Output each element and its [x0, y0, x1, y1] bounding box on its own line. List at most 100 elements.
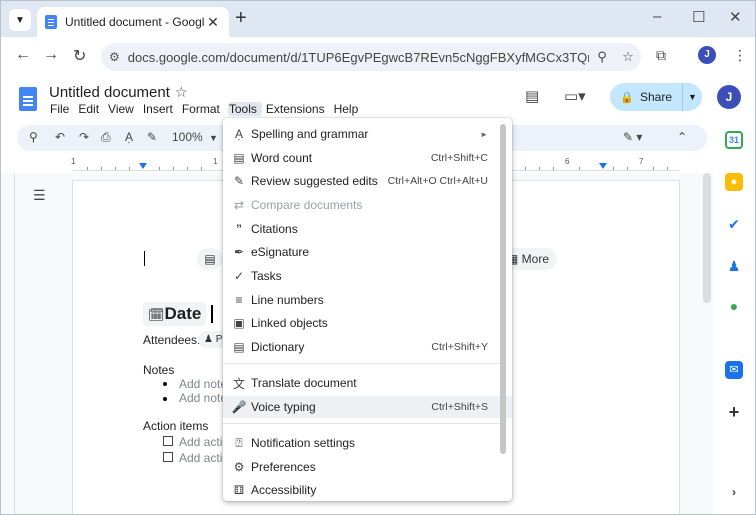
browser-profile-avatar[interactable]: J [698, 46, 716, 64]
compare-icon: ⇄ [233, 198, 245, 212]
document-outline-icon[interactable]: ☰ [33, 187, 46, 204]
menu-edit[interactable]: Edit [77, 102, 104, 116]
star-document-icon[interactable]: ☆ [175, 84, 188, 101]
tab-active[interactable]: Untitled document - Google Docs ✕ [37, 7, 229, 37]
minimize-icon[interactable]: – [653, 8, 661, 25]
redo-icon[interactable]: ↷ [79, 130, 89, 144]
action-items-heading: Action items [143, 419, 209, 433]
print-icon[interactable]: ⎙ [101, 130, 111, 145]
citations-icon: ” [236, 222, 242, 236]
accessibility-icon: ⚅ [233, 483, 245, 497]
bullet [163, 397, 167, 401]
menu-extensions[interactable]: Extensions [265, 102, 330, 116]
tasks-app-icon[interactable]: ✔ [725, 215, 743, 233]
side-panel: 31 ● ✔ ♟ ● ✉ + › [713, 119, 755, 514]
spellcheck-toolbar-icon[interactable]: Ạ [125, 130, 133, 144]
menu-file[interactable]: File [49, 102, 74, 116]
address-bar-row: ← → ↻ ⚙ docs.google.com/document/d/1TUP6… [1, 37, 755, 75]
editing-mode-icon[interactable]: ✎ ▾ [623, 130, 642, 144]
new-tab-button[interactable]: + [235, 7, 247, 30]
menu-item-citations[interactable]: ” Citations [223, 218, 512, 240]
menu-item-line-numbers[interactable]: ≡ Line numbers [223, 289, 512, 311]
word-count-icon: ▤ [233, 151, 245, 165]
calendar-app-icon[interactable]: 31 [725, 131, 743, 149]
hide-menus-icon[interactable]: ⌃ [677, 130, 687, 144]
site-info-icon[interactable]: ⚙ [109, 50, 120, 64]
browser-menu-icon[interactable]: ⋮ [733, 47, 747, 64]
menu-item-word-count[interactable]: ▤ Word count Ctrl+Shift+C [223, 147, 512, 169]
menu-help[interactable]: Help [333, 102, 364, 116]
menu-item-translate[interactable]: 文 Translate document [223, 372, 512, 394]
text-cursor [144, 251, 145, 266]
menu-item-accessibility[interactable]: ⚅ Accessibility [223, 479, 512, 501]
undo-icon[interactable]: ↶ [55, 130, 65, 144]
menu-insert[interactable]: Insert [142, 102, 178, 116]
reload-icon[interactable]: ↻ [73, 46, 86, 66]
tasks-icon: ✓ [233, 269, 245, 283]
keep-icon[interactable]: ● [725, 173, 743, 191]
action-checkbox[interactable] [163, 452, 173, 462]
template-chip-icon[interactable]: ▤ [197, 248, 223, 270]
back-icon[interactable]: ← [15, 46, 31, 64]
menu-item-tasks[interactable]: ✓ Tasks [223, 265, 512, 287]
menu-item-esignature[interactable]: ✒ eSignature [223, 241, 512, 263]
share-dropdown-icon[interactable]: ▼ [682, 83, 702, 111]
menu-item-voice-typing[interactable]: 🎤 Voice typing Ctrl+Shift+S [223, 396, 512, 418]
bookmark-star-icon[interactable]: ☆ [615, 49, 641, 65]
tab-search-button[interactable]: ▼ [9, 9, 31, 31]
document-scrollbar[interactable] [703, 173, 711, 303]
left-indent-marker[interactable] [139, 163, 147, 169]
comments-icon[interactable]: ▤ [525, 87, 539, 105]
menu-item-preferences[interactable]: ⚙ Preferences [223, 456, 512, 478]
review-edits-icon: ✎ [233, 174, 245, 188]
note-placeholder[interactable]: Add note [179, 391, 227, 405]
document-title[interactable]: Untitled document [49, 84, 170, 101]
menu-item-review-edits[interactable]: ✎ Review suggested edits Ctrl+Alt+O Ctrl… [223, 170, 512, 192]
note-placeholder[interactable]: Add note [179, 377, 227, 391]
menu-item-spelling[interactable]: Ạ Spelling and grammar ► [223, 123, 512, 145]
zoom-icon[interactable]: ⚲ [589, 49, 615, 65]
zoom-dropdown-icon[interactable]: ▼ [209, 133, 218, 143]
url-text[interactable]: docs.google.com/document/d/1TUP6EgvPEgwc… [128, 50, 589, 65]
esignature-icon: ✒ [233, 245, 245, 259]
menu-item-compare: ⇄ Compare documents [223, 194, 512, 216]
microphone-icon: 🎤 [231, 400, 247, 414]
spellcheck-icon: Ạ [234, 127, 243, 141]
docs-menubar: File Edit View Insert Format Tools Exten… [49, 102, 366, 116]
date-divider [211, 305, 213, 323]
get-addons-icon[interactable]: ✉ [725, 361, 743, 379]
menu-item-notifications[interactable]: ⍰ Notification settings [223, 432, 512, 454]
share-button[interactable]: 🔒 Share ▼ [610, 83, 702, 111]
date-chip[interactable]: 🗓Date [143, 302, 207, 326]
search-menus-icon[interactable]: ⚲ [29, 130, 38, 144]
menu-format[interactable]: Format [181, 102, 225, 116]
meet-icon[interactable]: ▭▾ [564, 87, 586, 105]
menu-item-linked-objects[interactable]: ▣ Linked objects [223, 312, 512, 334]
bell-icon: ⍰ [235, 435, 243, 450]
action-placeholder[interactable]: Add actic [179, 435, 228, 449]
tab-title: Untitled document - Google Docs [65, 15, 205, 29]
menu-view[interactable]: View [107, 102, 139, 116]
translate-icon: 文 [232, 376, 245, 391]
address-bar[interactable]: ⚙ docs.google.com/document/d/1TUP6EgvPEg… [101, 43, 641, 71]
menu-scrollbar[interactable] [500, 124, 506, 454]
user-avatar[interactable]: J [717, 85, 741, 109]
forward-icon[interactable]: → [43, 46, 59, 64]
maps-icon[interactable]: ● [725, 297, 743, 315]
action-placeholder[interactable]: Add actic [179, 451, 228, 465]
maximize-icon[interactable]: ☐ [692, 8, 705, 26]
close-tab-icon[interactable]: ✕ [205, 14, 221, 31]
submenu-arrow-icon: ► [480, 129, 488, 139]
extensions-icon[interactable]: ⧉ [656, 47, 666, 64]
menu-item-dictionary[interactable]: ▤ Dictionary Ctrl+Shift+Y [223, 336, 512, 358]
show-side-panel-icon[interactable]: › [725, 483, 743, 501]
paint-format-icon[interactable]: ✎ [147, 130, 157, 144]
docs-logo-icon[interactable] [19, 87, 37, 111]
right-indent-marker[interactable] [599, 163, 607, 169]
action-checkbox[interactable] [163, 436, 173, 446]
contacts-icon[interactable]: ♟ [725, 257, 743, 275]
zoom-select[interactable]: 100% [172, 130, 203, 144]
close-window-icon[interactable]: ✕ [729, 8, 742, 26]
add-icon[interactable]: + [725, 403, 743, 421]
menu-tools[interactable]: Tools [227, 102, 262, 116]
